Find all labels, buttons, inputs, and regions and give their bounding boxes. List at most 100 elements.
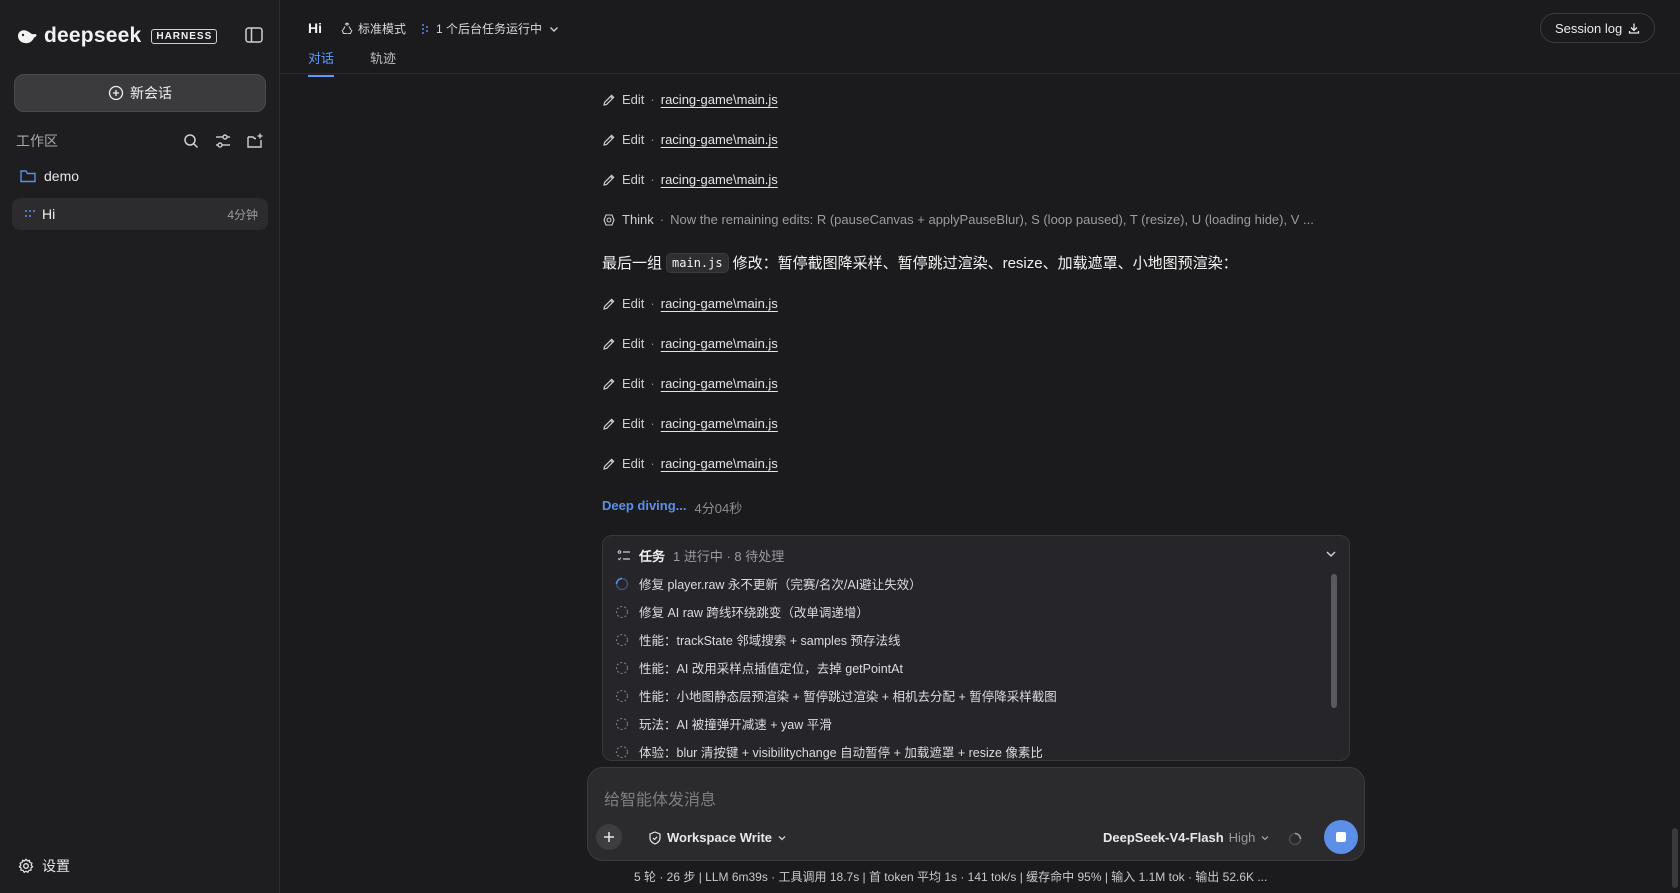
- file-link[interactable]: racing-game\main.js: [661, 456, 778, 471]
- edit-label: Edit: [622, 172, 645, 187]
- elapsed-time: 4分04秒: [694, 501, 743, 516]
- settings-button[interactable]: 设置: [18, 856, 70, 876]
- running-dots-icon: [25, 210, 35, 217]
- sidebar-folder-demo[interactable]: demo: [20, 168, 79, 184]
- new-chat-button[interactable]: 新会话: [14, 74, 266, 112]
- workspace-mode-label: Workspace Write: [667, 830, 773, 845]
- workspace-mode-dropdown[interactable]: Workspace Write: [648, 830, 787, 845]
- file-link[interactable]: racing-game\main.js: [661, 172, 778, 187]
- task-label: 性能：小地图静态层预渲染 + 暂停跳过渲染 + 相机去分配 + 暂停降采样截图: [639, 690, 1057, 704]
- background-tasks-dropdown[interactable]: 1 个后台任务运行中: [420, 20, 560, 37]
- task-item: 性能：trackState 邻域搜索 + samples 预存法线: [615, 630, 901, 649]
- page-scrollbar[interactable]: [1672, 828, 1678, 888]
- separator: ·: [650, 296, 655, 311]
- separator: ·: [659, 212, 665, 227]
- download-icon: [1629, 23, 1640, 34]
- tool-call-edit: Edit · racing-game\main.js: [602, 296, 778, 311]
- pending-circle-icon: [615, 605, 629, 618]
- pencil-icon: [603, 298, 615, 310]
- edit-label: Edit: [622, 92, 645, 107]
- running-dots-icon: [422, 23, 428, 34]
- separator: ·: [650, 172, 655, 187]
- edit-label: Edit: [622, 336, 645, 351]
- new-folder-icon[interactable]: [246, 132, 264, 150]
- session-title: Hi: [42, 206, 56, 222]
- edit-label: Edit: [622, 456, 645, 471]
- sidebar-toggle-icon[interactable]: [244, 26, 264, 44]
- file-link[interactable]: racing-game\main.js: [661, 336, 778, 351]
- file-link[interactable]: racing-game\main.js: [661, 416, 778, 431]
- reasoning-level: High: [1228, 830, 1256, 845]
- tab-trace[interactable]: 轨迹: [370, 48, 396, 77]
- task-label: 修复 player.raw 永不更新（完赛/名次/AI避让失效）: [639, 578, 922, 592]
- pending-circle-icon: [615, 717, 629, 730]
- pencil-icon: [603, 418, 615, 430]
- background-tasks-label: 1 个后台任务运行中: [436, 22, 543, 36]
- tool-call-edit: Edit · racing-game\main.js: [602, 92, 778, 107]
- file-link[interactable]: racing-game\main.js: [661, 132, 778, 147]
- task-panel: 任务 1 进行中 · 8 待处理 修复 player.raw 永不更新（完赛/名…: [602, 535, 1350, 761]
- chevron-down-icon: [550, 26, 559, 32]
- stop-button[interactable]: [1324, 820, 1358, 854]
- model-selector[interactable]: DeepSeek-V4-Flash High: [1103, 830, 1270, 845]
- file-link[interactable]: racing-game\main.js: [661, 296, 778, 311]
- tool-call-think[interactable]: Think · Now the remaining edits: R (paus…: [602, 212, 1314, 227]
- tab-conversation[interactable]: 对话: [308, 48, 335, 77]
- gear-icon: [18, 858, 34, 874]
- think-summary: Now the remaining edits: R (pauseCanvas …: [670, 212, 1314, 227]
- tool-call-edit: Edit · racing-game\main.js: [602, 172, 778, 187]
- file-link[interactable]: racing-game\main.js: [661, 376, 778, 391]
- filter-sliders-icon[interactable]: [214, 132, 232, 150]
- recycle-icon: [341, 21, 353, 34]
- pencil-icon: [603, 378, 615, 390]
- chevron-down-icon[interactable]: [1323, 546, 1339, 562]
- mode-selector[interactable]: 标准模式: [340, 20, 406, 37]
- task-scrollbar[interactable]: [1331, 574, 1337, 708]
- task-label: 玩法：AI 被撞弹开减速 + yaw 平滑: [639, 718, 832, 732]
- settings-label: 设置: [42, 858, 70, 874]
- task-item: 修复 AI raw 跨线环绕跳变（改单调递增）: [615, 602, 869, 621]
- task-panel-title: 任务: [639, 549, 666, 564]
- separator: ·: [650, 336, 655, 351]
- tool-call-edit: Edit · racing-game\main.js: [602, 456, 778, 471]
- message-input[interactable]: 给智能体发消息: [604, 786, 716, 810]
- session-log-button[interactable]: Session log: [1540, 13, 1656, 43]
- spinner-icon: [615, 577, 629, 590]
- brand-logo: deepseek HARNESS: [16, 24, 218, 48]
- message-suffix: 修改：暂停截图降采样、暂停跳过渲染、resize、加载遮罩、小地图预渲染：: [732, 255, 1238, 272]
- sidebar-session-hi[interactable]: Hi 4分钟: [12, 198, 268, 230]
- usage-stats: 5 轮 · 26 步 | LLM 6m39s · 工具调用 18.7s | 首 …: [634, 870, 1268, 884]
- model-name: DeepSeek-V4-Flash: [1103, 830, 1224, 845]
- task-item: 体验：blur 清按键 + visibilitychange 自动暂停 + 加载…: [615, 742, 1043, 760]
- deep-diving-label: Deep diving...: [602, 498, 687, 513]
- attach-button[interactable]: [596, 824, 622, 850]
- brand-tag: HARNESS: [151, 28, 218, 44]
- pending-circle-icon: [615, 745, 629, 758]
- search-icon[interactable]: [182, 132, 200, 150]
- pending-circle-icon: [615, 689, 629, 702]
- plus-icon: [604, 832, 614, 842]
- tool-call-edit: Edit · racing-game\main.js: [602, 376, 778, 391]
- page-title: Hi: [308, 20, 322, 36]
- file-link[interactable]: racing-game\main.js: [661, 92, 778, 107]
- edit-label: Edit: [622, 416, 645, 431]
- loading-spinner-icon: [1288, 832, 1302, 846]
- stop-icon: [1336, 832, 1346, 842]
- message-composer: 给智能体发消息 Workspace Write DeepSeek-V4-Flas…: [587, 767, 1365, 861]
- folder-icon: [20, 170, 36, 183]
- checklist-icon: [617, 549, 630, 560]
- pencil-icon: [603, 94, 615, 106]
- brand-name: deepseek: [44, 24, 142, 47]
- pending-circle-icon: [615, 661, 629, 674]
- task-item: 性能：AI 改用采样点插值定位，去掉 getPointAt: [615, 658, 903, 677]
- task-item: 玩法：AI 被撞弹开减速 + yaw 平滑: [615, 714, 832, 733]
- chevron-down-icon: [1261, 835, 1269, 840]
- app-window: deepseek HARNESS 新会话 工作区 demo Hi 4分钟 设置 …: [0, 0, 1680, 893]
- mode-label: 标准模式: [358, 22, 407, 36]
- pending-circle-icon: [615, 633, 629, 646]
- task-item: 修复 player.raw 永不更新（完赛/名次/AI避让失效）: [615, 574, 922, 593]
- task-label: 体验：blur 清按键 + visibilitychange 自动暂停 + 加载…: [639, 746, 1043, 760]
- inline-code: main.js: [666, 252, 729, 273]
- task-label: 性能：AI 改用采样点插值定位，去掉 getPointAt: [639, 662, 903, 676]
- separator: ·: [650, 416, 655, 431]
